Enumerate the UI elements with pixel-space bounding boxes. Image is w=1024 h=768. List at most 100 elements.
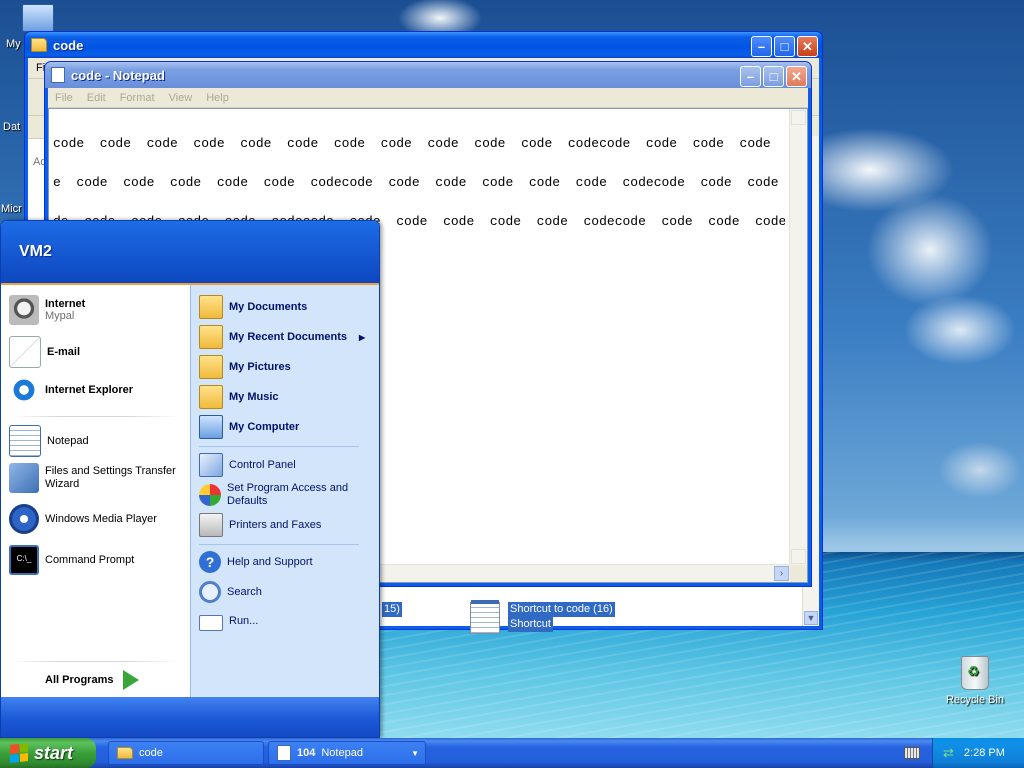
separator bbox=[199, 544, 359, 545]
folder-icon bbox=[117, 747, 133, 759]
clock[interactable]: 2:28 PM bbox=[964, 747, 1005, 759]
taskbar: start code 104 Notepad ▼ ⇄ 2:28 PM bbox=[0, 738, 1024, 768]
start-item-printers[interactable]: Printers and Faxes bbox=[199, 513, 321, 537]
notepad-vertical-scrollbar[interactable] bbox=[789, 109, 807, 565]
printer-icon bbox=[199, 513, 223, 537]
user-name: VM2 bbox=[19, 243, 52, 260]
start-item-command-prompt[interactable]: C:\_ Command Prompt bbox=[9, 545, 134, 575]
notepad-icon bbox=[51, 67, 65, 83]
file-type-label: Shortcut bbox=[508, 617, 553, 632]
start-item-media-player[interactable]: Windows Media Player bbox=[9, 504, 157, 534]
file-label: 15) bbox=[382, 602, 402, 617]
start-item-my-computer[interactable]: My Computer bbox=[199, 415, 299, 439]
taskbar-item-code[interactable]: code bbox=[108, 741, 264, 765]
start-item-label: Run... bbox=[229, 615, 259, 627]
start-item-label: Internet Explorer bbox=[45, 384, 134, 396]
start-item-label: Command Prompt bbox=[45, 554, 135, 566]
start-item-label: My Documents bbox=[229, 301, 308, 313]
scroll-down-button[interactable]: ▼ bbox=[804, 611, 818, 625]
desktop-icon-label-dat[interactable]: Dat bbox=[3, 121, 20, 133]
desktop-icon-label-micr[interactable]: Micr bbox=[1, 203, 22, 215]
maximize-icon: □ bbox=[780, 39, 789, 54]
taskbar-item-label: Notepad bbox=[321, 747, 363, 759]
start-label: start bbox=[34, 742, 74, 763]
start-item-internet-explorer[interactable]: Internet Explorer bbox=[9, 375, 133, 405]
submenu-arrow-icon: ▶ bbox=[358, 332, 366, 342]
menu-file[interactable]: File bbox=[48, 92, 80, 104]
explorer-titlebar[interactable]: code bbox=[25, 32, 822, 58]
chevron-down-icon: ▼ bbox=[411, 748, 419, 758]
minimize-icon: – bbox=[746, 69, 755, 84]
resize-grip[interactable] bbox=[790, 565, 807, 582]
start-item-label: My Music bbox=[229, 391, 279, 403]
list-item[interactable]: Shortcut to code (16) Shortcut bbox=[470, 600, 615, 634]
taskbar-item-notepad-group[interactable]: 104 Notepad ▼ bbox=[268, 741, 426, 765]
my-computer-icon[interactable] bbox=[22, 4, 54, 32]
maximize-button[interactable]: □ bbox=[774, 36, 795, 57]
keyboard-icon[interactable] bbox=[904, 747, 920, 759]
start-item-label: Printers and Faxes bbox=[229, 519, 322, 531]
all-programs-button[interactable]: All Programs bbox=[45, 670, 140, 690]
start-item-label: Internet bbox=[45, 298, 86, 310]
start-item-transfer-wizard[interactable]: Files and Settings Transfer Wizard bbox=[9, 463, 180, 493]
separator bbox=[9, 661, 179, 662]
start-item-run[interactable]: Run... bbox=[199, 611, 258, 631]
start-item-my-music[interactable]: My Music bbox=[199, 385, 279, 409]
network-icon[interactable]: ⇄ bbox=[943, 745, 954, 761]
close-icon: ✕ bbox=[802, 38, 813, 54]
scroll-down-button[interactable] bbox=[791, 549, 806, 564]
notepad-shortcut-icon bbox=[470, 600, 500, 634]
my-pictures-icon bbox=[199, 355, 223, 379]
scroll-right-button[interactable]: › bbox=[774, 566, 789, 581]
command-prompt-icon: C:\_ bbox=[9, 545, 39, 575]
separator bbox=[9, 416, 179, 417]
scroll-up-button[interactable] bbox=[791, 110, 806, 125]
close-button[interactable]: ✕ bbox=[786, 66, 807, 87]
start-item-my-documents[interactable]: My Documents bbox=[199, 295, 307, 319]
menu-help[interactable]: Help bbox=[199, 92, 236, 104]
taskbar-group-count: 104 bbox=[297, 747, 316, 759]
my-documents-icon bbox=[199, 295, 223, 319]
start-item-sublabel: Mypal bbox=[45, 310, 75, 322]
close-button[interactable]: ✕ bbox=[797, 36, 818, 57]
start-menu-programs: Internet Mypal E-mail Internet Explorer N… bbox=[1, 285, 190, 697]
start-button[interactable]: start bbox=[0, 738, 96, 768]
start-item-label: Search bbox=[227, 586, 262, 598]
start-item-label: My Computer bbox=[229, 421, 300, 433]
start-menu-header: VM2 bbox=[1, 221, 379, 285]
start-item-label: Windows Media Player bbox=[45, 513, 157, 525]
minimize-button[interactable]: – bbox=[740, 66, 761, 87]
start-item-control-panel[interactable]: Control Panel bbox=[199, 453, 296, 477]
desktop-icon-label-my[interactable]: My bbox=[6, 38, 21, 50]
maximize-icon: □ bbox=[769, 69, 778, 84]
my-computer-icon bbox=[199, 415, 223, 439]
taskbar-item-label: code bbox=[139, 747, 163, 759]
start-item-internet[interactable]: Internet Mypal bbox=[9, 295, 85, 325]
start-item-search[interactable]: Search bbox=[199, 581, 262, 603]
separator bbox=[199, 446, 359, 447]
recent-documents-icon bbox=[199, 325, 223, 349]
recycle-bin-icon bbox=[961, 656, 989, 690]
start-item-label: My Pictures bbox=[229, 361, 291, 373]
notepad-titlebar[interactable]: code - Notepad bbox=[45, 62, 811, 88]
start-item-label: Help and Support bbox=[227, 556, 313, 568]
start-item-help[interactable]: ? Help and Support bbox=[199, 551, 313, 573]
list-item[interactable]: 15) bbox=[382, 602, 402, 617]
start-item-my-pictures[interactable]: My Pictures bbox=[199, 355, 291, 379]
start-item-label: Control Panel bbox=[229, 459, 296, 471]
recycle-bin[interactable]: Recycle Bin bbox=[944, 656, 1006, 706]
text-line: e code code code code code codecode code… bbox=[53, 175, 785, 190]
notepad-window-controls: – □ ✕ bbox=[740, 66, 807, 87]
start-item-email[interactable]: E-mail bbox=[9, 336, 80, 368]
start-item-my-recent-documents[interactable]: My Recent Documents ▶ bbox=[199, 325, 365, 349]
menu-view[interactable]: View bbox=[162, 92, 200, 104]
start-item-program-access[interactable]: Set Program Access and Defaults bbox=[199, 482, 352, 508]
all-programs-label: All Programs bbox=[45, 674, 114, 686]
maximize-button[interactable]: □ bbox=[763, 66, 784, 87]
minimize-button[interactable]: – bbox=[751, 36, 772, 57]
start-item-notepad[interactable]: Notepad bbox=[9, 425, 89, 457]
menu-format[interactable]: Format bbox=[113, 92, 162, 104]
raccoon-icon bbox=[9, 295, 39, 325]
menu-edit[interactable]: Edit bbox=[80, 92, 113, 104]
start-item-label: Files and Settings Transfer Wizard bbox=[45, 465, 176, 490]
